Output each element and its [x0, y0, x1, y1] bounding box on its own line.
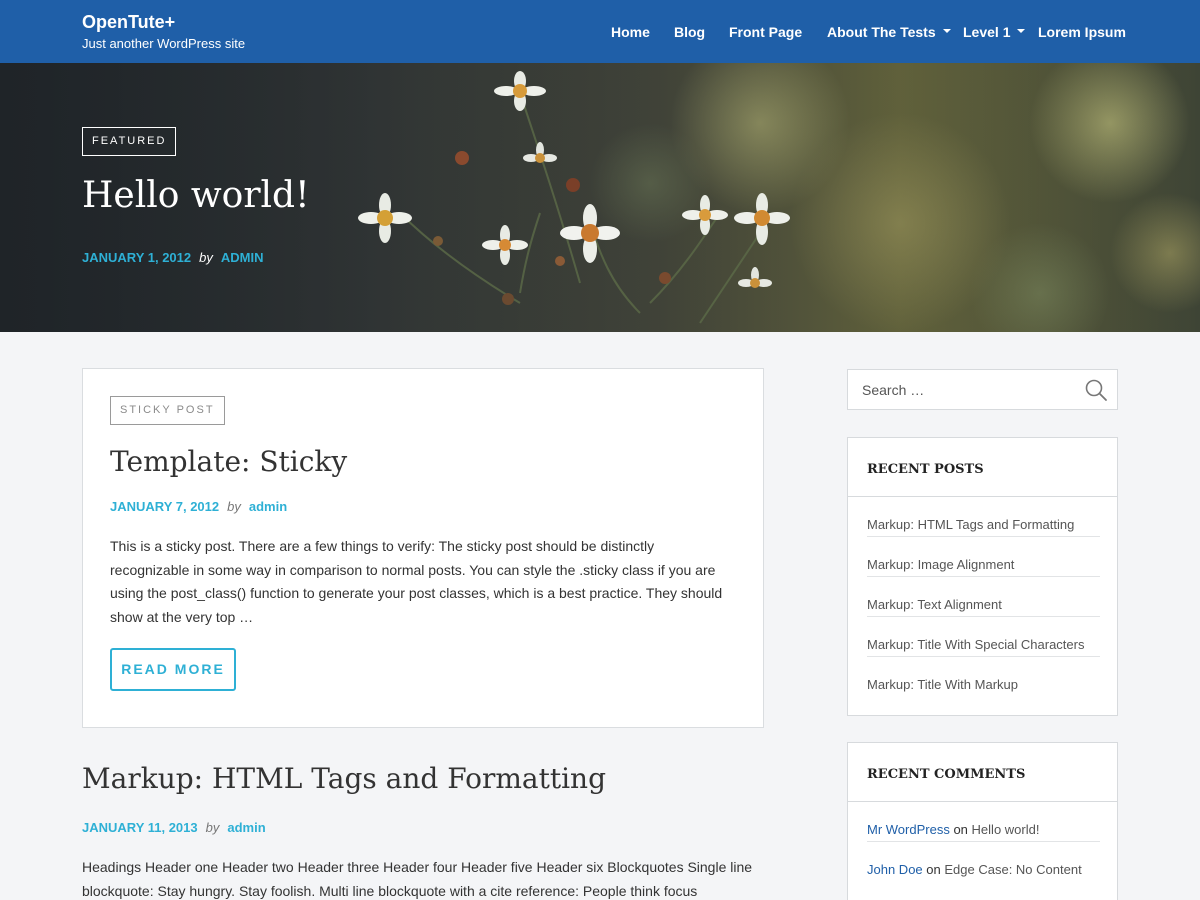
- chevron-down-icon: [942, 29, 951, 34]
- recent-posts-list: Markup: HTML Tags and Formatting Markup:…: [867, 497, 1100, 697]
- nav-item-label: Home: [611, 24, 650, 40]
- nav-item-level-1[interactable]: Level 1: [963, 24, 1026, 40]
- recent-comments-widget: RECENT COMMENTS Mr WordPress on Hello wo…: [847, 742, 1118, 900]
- post-date[interactable]: JANUARY 11, 2013: [82, 820, 198, 835]
- search-icon[interactable]: [1084, 378, 1108, 402]
- recent-comments-list: Mr WordPress on Hello world! John Doe on…: [867, 802, 1100, 882]
- list-item: John Doe on Edge Case: No Content: [867, 842, 1100, 882]
- recent-post-link[interactable]: Markup: Image Alignment: [867, 557, 1014, 572]
- post-author[interactable]: admin: [249, 499, 287, 514]
- main-nav: Home Blog Front Page About The Tests Lev…: [0, 0, 1200, 63]
- sticky-post-card: STICKY POST Template: Sticky JANUARY 7, …: [82, 368, 764, 728]
- post-date[interactable]: JANUARY 1, 2012: [82, 250, 191, 265]
- sticky-post-badge: STICKY POST: [110, 396, 225, 425]
- post-excerpt: Headings Header one Header two Header th…: [82, 859, 753, 899]
- post-meta: JANUARY 11, 2013 by admin: [82, 820, 266, 835]
- comment-on-text: on: [953, 822, 968, 837]
- list-item: Markup: Image Alignment: [867, 537, 1100, 577]
- read-more-button[interactable]: READ MORE: [110, 648, 236, 691]
- comment-post-link[interactable]: Edge Case: No Content: [944, 862, 1081, 877]
- nav-item-label: Front Page: [729, 24, 803, 40]
- list-item: Markup: Title With Markup: [867, 657, 1100, 697]
- site-header: OpenTute+ Just another WordPress site Ho…: [0, 0, 1200, 63]
- nav-item-lorem-ipsum[interactable]: Lorem Ipsum: [1038, 24, 1126, 40]
- nav-item-label: Blog: [674, 24, 706, 40]
- nav-item-blog[interactable]: Blog: [674, 24, 705, 40]
- post-excerpt: This is a sticky post. There are a few t…: [110, 538, 723, 625]
- search-form: [847, 369, 1118, 410]
- post-author[interactable]: admin: [227, 820, 265, 835]
- post-title[interactable]: Template: Sticky: [110, 445, 347, 478]
- recent-posts-widget: RECENT POSTS Markup: HTML Tags and Forma…: [847, 437, 1118, 716]
- comment-on-text: on: [926, 862, 941, 877]
- nav-item-label: About The Tests: [827, 24, 936, 40]
- list-item: Markup: Text Alignment: [867, 577, 1100, 617]
- nav-item-front-page[interactable]: Front Page: [729, 24, 802, 40]
- post-author[interactable]: ADMIN: [221, 250, 264, 265]
- nav-item-home[interactable]: Home: [611, 24, 650, 40]
- search-input[interactable]: [862, 370, 1072, 409]
- byline-by: by: [205, 820, 220, 835]
- list-item: Markup: Title With Special Characters: [867, 617, 1100, 657]
- hero-post-title[interactable]: Hello world!: [82, 175, 310, 216]
- hero-post-meta: JANUARY 1, 2012 by ADMIN: [82, 250, 263, 265]
- nav-item-label: Lorem Ipsum: [1038, 24, 1126, 40]
- widget-title: RECENT COMMENTS: [867, 767, 1026, 782]
- recent-post-link[interactable]: Markup: Title With Markup: [867, 677, 1018, 692]
- comment-author-link[interactable]: Mr WordPress: [867, 822, 950, 837]
- featured-badge: FEATURED: [82, 127, 177, 156]
- post-meta: JANUARY 7, 2012 by admin: [110, 499, 287, 514]
- widget-title: RECENT POSTS: [867, 462, 984, 477]
- recent-post-link[interactable]: Markup: HTML Tags and Formatting: [867, 517, 1074, 532]
- comment-author-link[interactable]: John Doe: [867, 862, 923, 877]
- comment-post-link[interactable]: Hello world!: [972, 822, 1040, 837]
- post-title[interactable]: Markup: HTML Tags and Formatting: [82, 762, 606, 795]
- nav-item-about-the-tests[interactable]: About The Tests: [827, 24, 951, 40]
- recent-post-link[interactable]: Markup: Text Alignment: [867, 597, 1002, 612]
- chevron-down-icon: [1017, 29, 1026, 34]
- featured-hero[interactable]: FEATURED Hello world! JANUARY 1, 2012 by A…: [0, 63, 1200, 332]
- byline-by: by: [199, 250, 213, 265]
- list-item: Markup: HTML Tags and Formatting: [867, 497, 1100, 537]
- nav-item-label: Level 1: [963, 24, 1011, 40]
- post-date[interactable]: JANUARY 7, 2012: [110, 499, 219, 514]
- byline-by: by: [227, 499, 241, 514]
- recent-post-link[interactable]: Markup: Title With Special Characters: [867, 637, 1084, 652]
- list-item: Mr WordPress on Hello world!: [867, 802, 1100, 842]
